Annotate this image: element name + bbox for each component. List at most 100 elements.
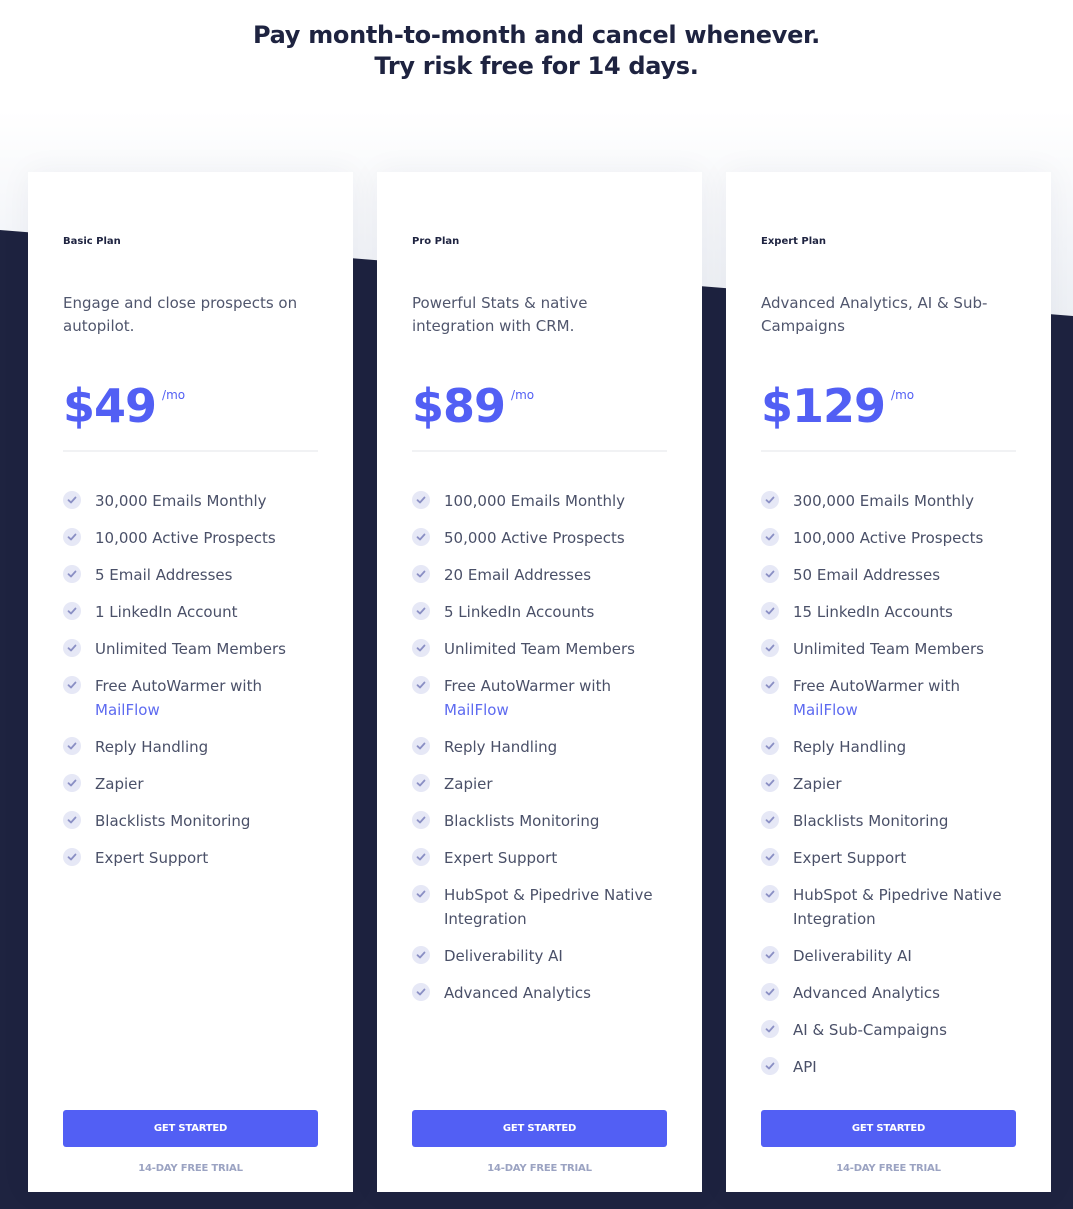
feature-label: Free AutoWarmer with — [95, 677, 262, 695]
feature-text: Free AutoWarmer with MailFlow — [793, 674, 960, 722]
feature-text: Blacklists Monitoring — [793, 809, 948, 833]
feature-text: 5 LinkedIn Accounts — [444, 600, 594, 624]
feature-label: Expert Support — [95, 849, 209, 867]
get-started-button[interactable]: GET STARTED — [761, 1110, 1016, 1147]
feature-label: Unlimited Team Members — [793, 640, 984, 658]
feature-text: Expert Support — [95, 846, 208, 870]
feature-text: API — [793, 1055, 817, 1079]
feature-label: Expert Support — [444, 849, 558, 867]
mailflow-link[interactable]: MailFlow — [95, 701, 160, 719]
check-circle-icon — [761, 602, 779, 620]
feature-item: Reply Handling — [63, 735, 323, 759]
get-started-button[interactable]: GET STARTED — [412, 1110, 667, 1147]
feature-item: Free AutoWarmer with MailFlow — [63, 674, 323, 722]
free-trial-label: 14-DAY FREE TRIAL — [836, 1163, 941, 1174]
feature-text: 50 Email Addresses — [793, 563, 940, 587]
pricing-card-basic: Basic Plan Engage and close prospects on … — [28, 172, 353, 1192]
pricing-card-expert: Expert Plan Advanced Analytics, AI & Sub-… — [726, 172, 1051, 1192]
feature-item: Blacklists Monitoring — [761, 809, 1021, 833]
plan-price: $129 /mo — [761, 376, 914, 436]
feature-label: Zapier — [793, 775, 842, 793]
feature-label: Zapier — [95, 775, 144, 793]
check-circle-icon — [761, 1020, 779, 1038]
pricing-card-pro: Pro Plan Powerful Stats & native integrat… — [377, 172, 702, 1192]
price-unit: /mo — [511, 388, 535, 402]
feature-item: 5 LinkedIn Accounts — [412, 600, 672, 624]
feature-item: Expert Support — [63, 846, 323, 870]
feature-text: HubSpot & Pipedrive Native Integration — [793, 883, 1021, 931]
feature-text: 300,000 Emails Monthly — [793, 489, 974, 513]
feature-text: Zapier — [793, 772, 842, 796]
check-circle-icon — [63, 737, 81, 755]
plan-description: Advanced Analytics, AI & Sub-Campaigns — [761, 294, 988, 335]
check-circle-icon — [761, 885, 779, 903]
feature-text: Blacklists Monitoring — [95, 809, 250, 833]
feature-text: 15 LinkedIn Accounts — [793, 600, 953, 624]
feature-item: Free AutoWarmer with MailFlow — [761, 674, 1021, 722]
feature-item: Zapier — [412, 772, 672, 796]
feature-text: Blacklists Monitoring — [444, 809, 599, 833]
price-amount: $49 — [63, 379, 157, 433]
get-started-button[interactable]: GET STARTED — [63, 1110, 318, 1147]
check-circle-icon — [412, 639, 430, 657]
feature-label: 10,000 Active Prospects — [95, 529, 276, 547]
check-circle-icon — [761, 676, 779, 694]
feature-text: Free AutoWarmer with MailFlow — [444, 674, 611, 722]
check-circle-icon — [63, 811, 81, 829]
feature-item: HubSpot & Pipedrive Native Integration — [761, 883, 1021, 931]
feature-text: Unlimited Team Members — [444, 637, 635, 661]
feature-label: Advanced Analytics — [444, 984, 591, 1002]
check-circle-icon — [412, 602, 430, 620]
feature-text: HubSpot & Pipedrive Native Integration — [444, 883, 672, 931]
check-circle-icon — [412, 811, 430, 829]
mailflow-link[interactable]: MailFlow — [793, 701, 858, 719]
check-circle-icon — [412, 491, 430, 509]
headline-line-1: Pay month-to-month and cancel whenever. — [253, 21, 820, 49]
price-unit: /mo — [891, 388, 915, 402]
check-circle-icon — [63, 639, 81, 657]
feature-label: 1 LinkedIn Account — [95, 603, 238, 621]
feature-item: 1 LinkedIn Account — [63, 600, 323, 624]
check-circle-icon — [63, 528, 81, 546]
check-circle-icon — [761, 565, 779, 583]
feature-item: Advanced Analytics — [761, 981, 1021, 1005]
feature-label: AI & Sub-Campaigns — [793, 1021, 947, 1039]
feature-text: 10,000 Active Prospects — [95, 526, 276, 550]
check-circle-icon — [412, 565, 430, 583]
feature-item: Reply Handling — [761, 735, 1021, 759]
feature-text: Zapier — [444, 772, 493, 796]
feature-item: Expert Support — [412, 846, 672, 870]
feature-label: Reply Handling — [95, 738, 209, 756]
check-circle-icon — [412, 774, 430, 792]
feature-item: Blacklists Monitoring — [63, 809, 323, 833]
feature-item: Unlimited Team Members — [761, 637, 1021, 661]
feature-item: 300,000 Emails Monthly — [761, 489, 1021, 513]
check-circle-icon — [761, 1057, 779, 1075]
check-circle-icon — [761, 983, 779, 1001]
mailflow-link[interactable]: MailFlow — [444, 701, 509, 719]
feature-item: Blacklists Monitoring — [412, 809, 672, 833]
feature-text: 1 LinkedIn Account — [95, 600, 238, 624]
feature-item: Free AutoWarmer with MailFlow — [412, 674, 672, 722]
feature-label: Reply Handling — [793, 738, 907, 756]
feature-item: 30,000 Emails Monthly — [63, 489, 323, 513]
check-circle-icon — [63, 602, 81, 620]
feature-text: Advanced Analytics — [793, 981, 940, 1005]
check-circle-icon — [63, 848, 81, 866]
feature-item: 15 LinkedIn Accounts — [761, 600, 1021, 624]
feature-text: 5 Email Addresses — [95, 563, 232, 587]
feature-item: Zapier — [761, 772, 1021, 796]
feature-item: 10,000 Active Prospects — [63, 526, 323, 550]
plan-price: $49 /mo — [63, 376, 185, 436]
feature-text: Expert Support — [444, 846, 557, 870]
plan-description: Engage and close prospects on autopilot. — [63, 294, 298, 335]
feature-item: Unlimited Team Members — [412, 637, 672, 661]
check-circle-icon — [412, 676, 430, 694]
check-circle-icon — [412, 737, 430, 755]
feature-label: Reply Handling — [444, 738, 558, 756]
feature-item: HubSpot & Pipedrive Native Integration — [412, 883, 672, 931]
feature-list: 100,000 Emails Monthly 50,000 Active Pro… — [412, 489, 672, 1018]
feature-text: Reply Handling — [95, 735, 208, 759]
check-circle-icon — [761, 491, 779, 509]
feature-label: Blacklists Monitoring — [444, 812, 600, 830]
